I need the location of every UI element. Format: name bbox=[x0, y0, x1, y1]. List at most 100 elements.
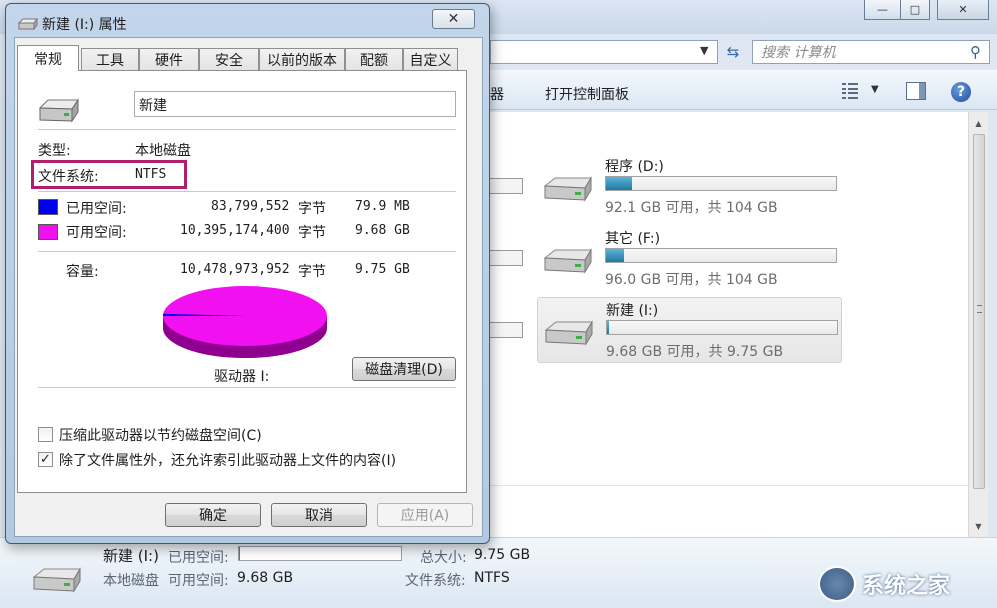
free-space-swatch bbox=[38, 224, 58, 240]
details-drive-name: 新建 (I:) bbox=[103, 547, 159, 565]
separator bbox=[38, 191, 456, 192]
compress-checkbox[interactable] bbox=[38, 427, 53, 442]
open-control-panel-button[interactable]: 打开控制面板 bbox=[545, 84, 629, 104]
index-checkbox[interactable]: ✓ bbox=[38, 452, 53, 467]
tab-previous-versions[interactable]: 以前的版本 bbox=[259, 48, 345, 70]
hard-drive-icon bbox=[543, 248, 592, 274]
scroll-up-icon[interactable]: ▲ bbox=[969, 114, 988, 132]
group-divider bbox=[490, 485, 968, 486]
used-space-unit: 字节 bbox=[298, 201, 326, 217]
scroll-down-icon[interactable]: ▼ bbox=[969, 517, 988, 535]
hard-drive-icon bbox=[38, 98, 79, 123]
drive-name: 程序 (D:) bbox=[605, 159, 664, 175]
drive-usage-fill bbox=[607, 321, 609, 334]
window-frame bbox=[988, 112, 997, 537]
drive-free-text: 92.1 GB 可用，共 104 GB bbox=[605, 200, 778, 216]
minimize-icon: — bbox=[877, 3, 888, 16]
preview-pane-icon[interactable] bbox=[906, 82, 926, 100]
capacity-bytes: 10,478,973,952 bbox=[180, 262, 290, 277]
details-total-value: 9.75 GB bbox=[474, 547, 531, 563]
disk-usage-pie-chart bbox=[163, 286, 327, 358]
help-icon[interactable]: ? bbox=[951, 82, 971, 102]
maximize-button[interactable]: □ bbox=[900, 0, 930, 20]
search-input[interactable]: 搜索 计算机 ⚲ bbox=[752, 40, 990, 64]
drive-name: 新建 (I:) bbox=[606, 303, 659, 319]
details-fs-label: 文件系统: bbox=[405, 573, 466, 589]
free-space-size: 9.68 GB bbox=[355, 223, 410, 238]
drive-usage-bar bbox=[605, 248, 837, 263]
dialog-close-button[interactable]: ✕ bbox=[432, 9, 475, 29]
drive-usage-bar bbox=[606, 320, 838, 335]
volume-name-input[interactable]: 新建 bbox=[134, 91, 456, 117]
drive-free-text: 96.0 GB 可用，共 104 GB bbox=[605, 272, 778, 288]
hard-drive-icon bbox=[18, 18, 38, 30]
partial-drive-bar bbox=[490, 322, 523, 338]
hard-drive-icon bbox=[544, 320, 593, 346]
used-space-size: 79.9 MB bbox=[355, 199, 410, 214]
address-dropdown-icon[interactable]: ▼ bbox=[700, 44, 708, 57]
close-icon: ✕ bbox=[447, 11, 460, 27]
watermark-text: 系统之家 bbox=[862, 574, 951, 599]
hard-drive-icon bbox=[32, 567, 81, 593]
partial-drive-bar bbox=[490, 250, 523, 266]
search-icon[interactable]: ⚲ bbox=[970, 43, 981, 61]
type-value: 本地磁盘 bbox=[135, 143, 191, 159]
tab-tools[interactable]: 工具 bbox=[81, 48, 139, 70]
used-space-swatch bbox=[38, 199, 58, 215]
watermark-logo-icon bbox=[818, 566, 856, 602]
window-close-button[interactable]: ✕ bbox=[937, 0, 989, 20]
type-label: 类型: bbox=[38, 143, 71, 159]
compress-label[interactable]: 压缩此驱动器以节约磁盘空间(C) bbox=[59, 425, 262, 445]
used-space-label: 已用空间: bbox=[66, 201, 127, 217]
minimize-button[interactable]: — bbox=[864, 0, 901, 20]
details-total-label: 总大小: bbox=[420, 550, 467, 566]
vertical-scrollbar[interactable]: ▲ ▼ bbox=[968, 112, 988, 537]
free-space-label: 可用空间: bbox=[66, 225, 127, 241]
search-placeholder: 搜索 计算机 bbox=[761, 45, 836, 61]
details-usage-bar bbox=[238, 546, 402, 561]
separator bbox=[38, 251, 456, 252]
capacity-label: 容量: bbox=[66, 264, 99, 280]
partial-drive-bar bbox=[490, 178, 523, 194]
free-space-unit: 字节 bbox=[298, 225, 326, 241]
details-usage-fill bbox=[239, 547, 241, 560]
details-used-label: 已用空间: bbox=[168, 550, 229, 566]
disk-cleanup-button[interactable]: 磁盘清理(D) bbox=[352, 357, 456, 381]
drive-usage-fill bbox=[606, 177, 633, 190]
details-type: 本地磁盘 bbox=[103, 573, 159, 589]
watermark: 系统之家 bbox=[818, 566, 950, 602]
tab-customize[interactable]: 自定义 bbox=[403, 48, 458, 70]
dialog-title: 新建 (I:) 属性 bbox=[42, 17, 127, 33]
drive-name: 其它 (F:) bbox=[605, 231, 661, 247]
grip-icon bbox=[977, 305, 982, 313]
cancel-button[interactable]: 取消 bbox=[271, 503, 367, 527]
tab-general[interactable]: 常规 bbox=[17, 45, 79, 71]
details-free-label: 可用空间: bbox=[168, 573, 229, 589]
tab-hardware[interactable]: 硬件 bbox=[139, 48, 199, 70]
hard-drive-icon bbox=[543, 176, 592, 202]
toolbar-item-partial[interactable]: 器 bbox=[490, 84, 504, 104]
tab-security[interactable]: 安全 bbox=[199, 48, 259, 70]
capacity-size: 9.75 GB bbox=[355, 262, 410, 277]
drive-item-d[interactable]: 程序 (D:) 92.1 GB 可用，共 104 GB bbox=[537, 154, 842, 220]
capacity-unit: 字节 bbox=[298, 264, 326, 280]
view-dropdown-icon[interactable]: ▼ bbox=[871, 84, 879, 95]
details-fs-value: NTFS bbox=[474, 570, 510, 586]
scroll-thumb[interactable] bbox=[973, 134, 985, 489]
ok-button[interactable]: 确定 bbox=[165, 503, 261, 527]
filesystem-highlight bbox=[31, 160, 187, 189]
apply-button[interactable]: 应用(A) bbox=[377, 503, 473, 527]
tab-quota[interactable]: 配额 bbox=[345, 48, 403, 70]
drive-item-i[interactable]: 新建 (I:) 9.68 GB 可用，共 9.75 GB bbox=[537, 297, 842, 363]
drive-caption: 驱动器 I: bbox=[214, 369, 270, 385]
drive-usage-fill bbox=[606, 249, 624, 262]
change-view-icon[interactable] bbox=[842, 83, 860, 99]
drive-item-f[interactable]: 其它 (F:) 96.0 GB 可用，共 104 GB bbox=[537, 226, 842, 292]
refresh-icon[interactable]: ⇆ bbox=[720, 40, 746, 64]
index-label[interactable]: 除了文件属性外，还允许索引此驱动器上文件的内容(I) bbox=[59, 450, 396, 470]
drive-usage-bar bbox=[605, 176, 837, 191]
details-free-value: 9.68 GB bbox=[237, 570, 294, 586]
used-space-bytes: 83,799,552 bbox=[211, 199, 290, 214]
address-bar[interactable] bbox=[490, 40, 718, 64]
maximize-icon: □ bbox=[909, 3, 921, 16]
